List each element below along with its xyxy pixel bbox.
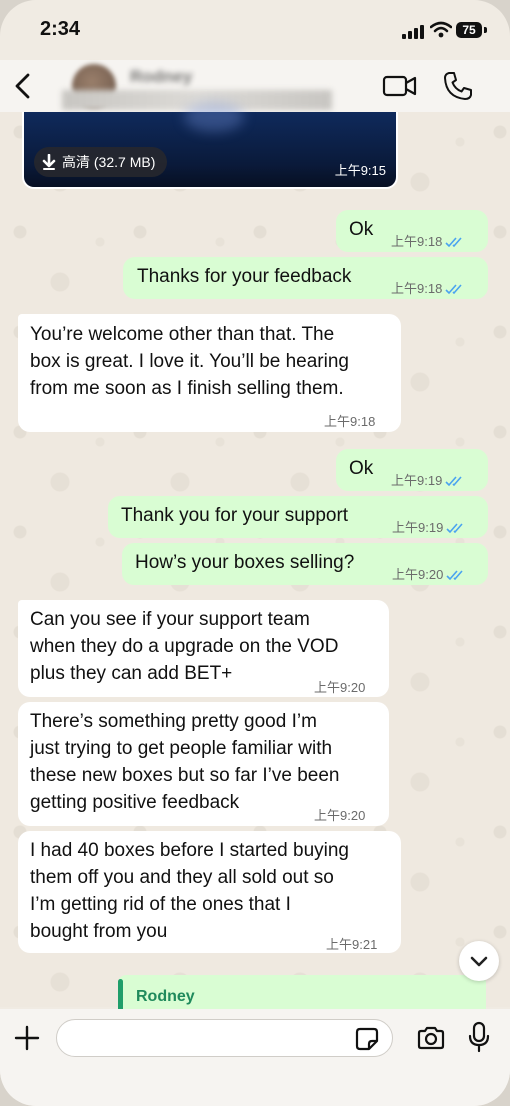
message-time: 上午9:19	[391, 473, 443, 488]
video-message[interactable]: 高清 (32.7 MB) 上午9:15	[22, 102, 398, 189]
phone-icon[interactable]	[442, 70, 474, 102]
cellular-signal-icon	[402, 25, 424, 39]
download-hd-button[interactable]: 高清 (32.7 MB)	[34, 147, 168, 177]
composer-bar	[0, 1009, 510, 1106]
message-meta: 上午9:18	[324, 408, 375, 435]
message-time: 上午9:20	[392, 567, 444, 582]
chevron-left-icon[interactable]	[12, 72, 34, 100]
message-time: 上午9:15	[334, 163, 386, 178]
message-text: Ok	[349, 458, 374, 479]
message-text: Thanks for your feedback	[137, 266, 352, 287]
double-check-icon	[445, 236, 462, 247]
double-check-icon	[445, 475, 462, 486]
video-camera-icon[interactable]	[382, 72, 418, 100]
message-time: 上午9:18	[391, 234, 443, 249]
message-time: 上午9:21	[326, 937, 378, 952]
outgoing-message[interactable]: How’s your boxes selling? 上午9:20	[122, 543, 488, 585]
camera-icon[interactable]	[416, 1025, 446, 1051]
message-meta: 上午9:18	[391, 228, 465, 255]
message-meta: 上午9:20	[314, 802, 365, 829]
double-check-icon	[446, 569, 463, 580]
message-text: How’s your boxes selling?	[135, 552, 355, 573]
message-meta: 上午9:20	[314, 674, 365, 701]
double-check-icon	[445, 283, 462, 294]
chat-header: Rodney	[0, 60, 510, 112]
message-text: Can you see if your support team when th…	[30, 609, 339, 684]
outgoing-message[interactable]: Thanks for your feedback 上午9:18	[123, 257, 488, 299]
message-time: 上午9:20	[314, 680, 366, 695]
video-thumbnail	[184, 102, 244, 132]
battery-icon: 75	[456, 22, 482, 38]
contact-name[interactable]: Rodney	[130, 67, 192, 87]
status-bar: 2:34 75	[0, 0, 510, 60]
chevron-down-icon[interactable]	[459, 941, 499, 981]
battery-cap	[484, 27, 487, 33]
message-input[interactable]	[56, 1019, 393, 1057]
outgoing-message[interactable]: Ok 上午9:18	[336, 210, 488, 252]
incoming-message[interactable]: Can you see if your support team when th…	[18, 600, 389, 697]
outgoing-message[interactable]: Ok 上午9:19	[336, 449, 488, 491]
download-label: 高清 (32.7 MB)	[62, 154, 156, 170]
message-time: 上午9:20	[314, 808, 366, 823]
wifi-icon	[430, 21, 452, 38]
sticker-icon[interactable]	[354, 1026, 380, 1052]
message-meta: 上午9:20	[392, 561, 466, 588]
message-time: 上午9:19	[392, 520, 444, 535]
message-text: Thank you for your support	[121, 505, 349, 526]
message-meta: 上午9:18	[391, 275, 465, 302]
reply-sender-name: Rodney	[136, 988, 195, 1005]
chat-screen: 2:34 75 Rodney 高清 (32.7 MB) 上午9:15 Ok 上午…	[0, 0, 510, 1106]
download-arrow-icon	[42, 154, 56, 170]
message-text: I had 40 boxes before I started buying t…	[30, 840, 349, 942]
message-meta: 上午9:19	[392, 514, 466, 541]
message-text: You’re welcome other than that. The box …	[30, 324, 349, 399]
message-meta: 上午9:21	[326, 931, 377, 958]
message-time: 上午9:18	[391, 281, 443, 296]
message-text: Ok	[349, 219, 374, 240]
double-check-icon	[446, 522, 463, 533]
incoming-message[interactable]: You’re welcome other than that. The box …	[18, 314, 401, 432]
outgoing-message[interactable]: Thank you for your support 上午9:19	[108, 496, 488, 538]
microphone-icon[interactable]	[468, 1021, 490, 1053]
message-meta: 上午9:19	[391, 467, 465, 494]
message-time: 上午9:18	[324, 414, 376, 429]
incoming-message[interactable]: There’s something pretty good I’m just t…	[18, 702, 389, 826]
incoming-message[interactable]: I had 40 boxes before I started buying t…	[18, 831, 401, 953]
status-time: 2:34	[40, 18, 81, 40]
plus-icon[interactable]	[14, 1025, 40, 1051]
message-text: There’s something pretty good I’m just t…	[30, 711, 340, 813]
